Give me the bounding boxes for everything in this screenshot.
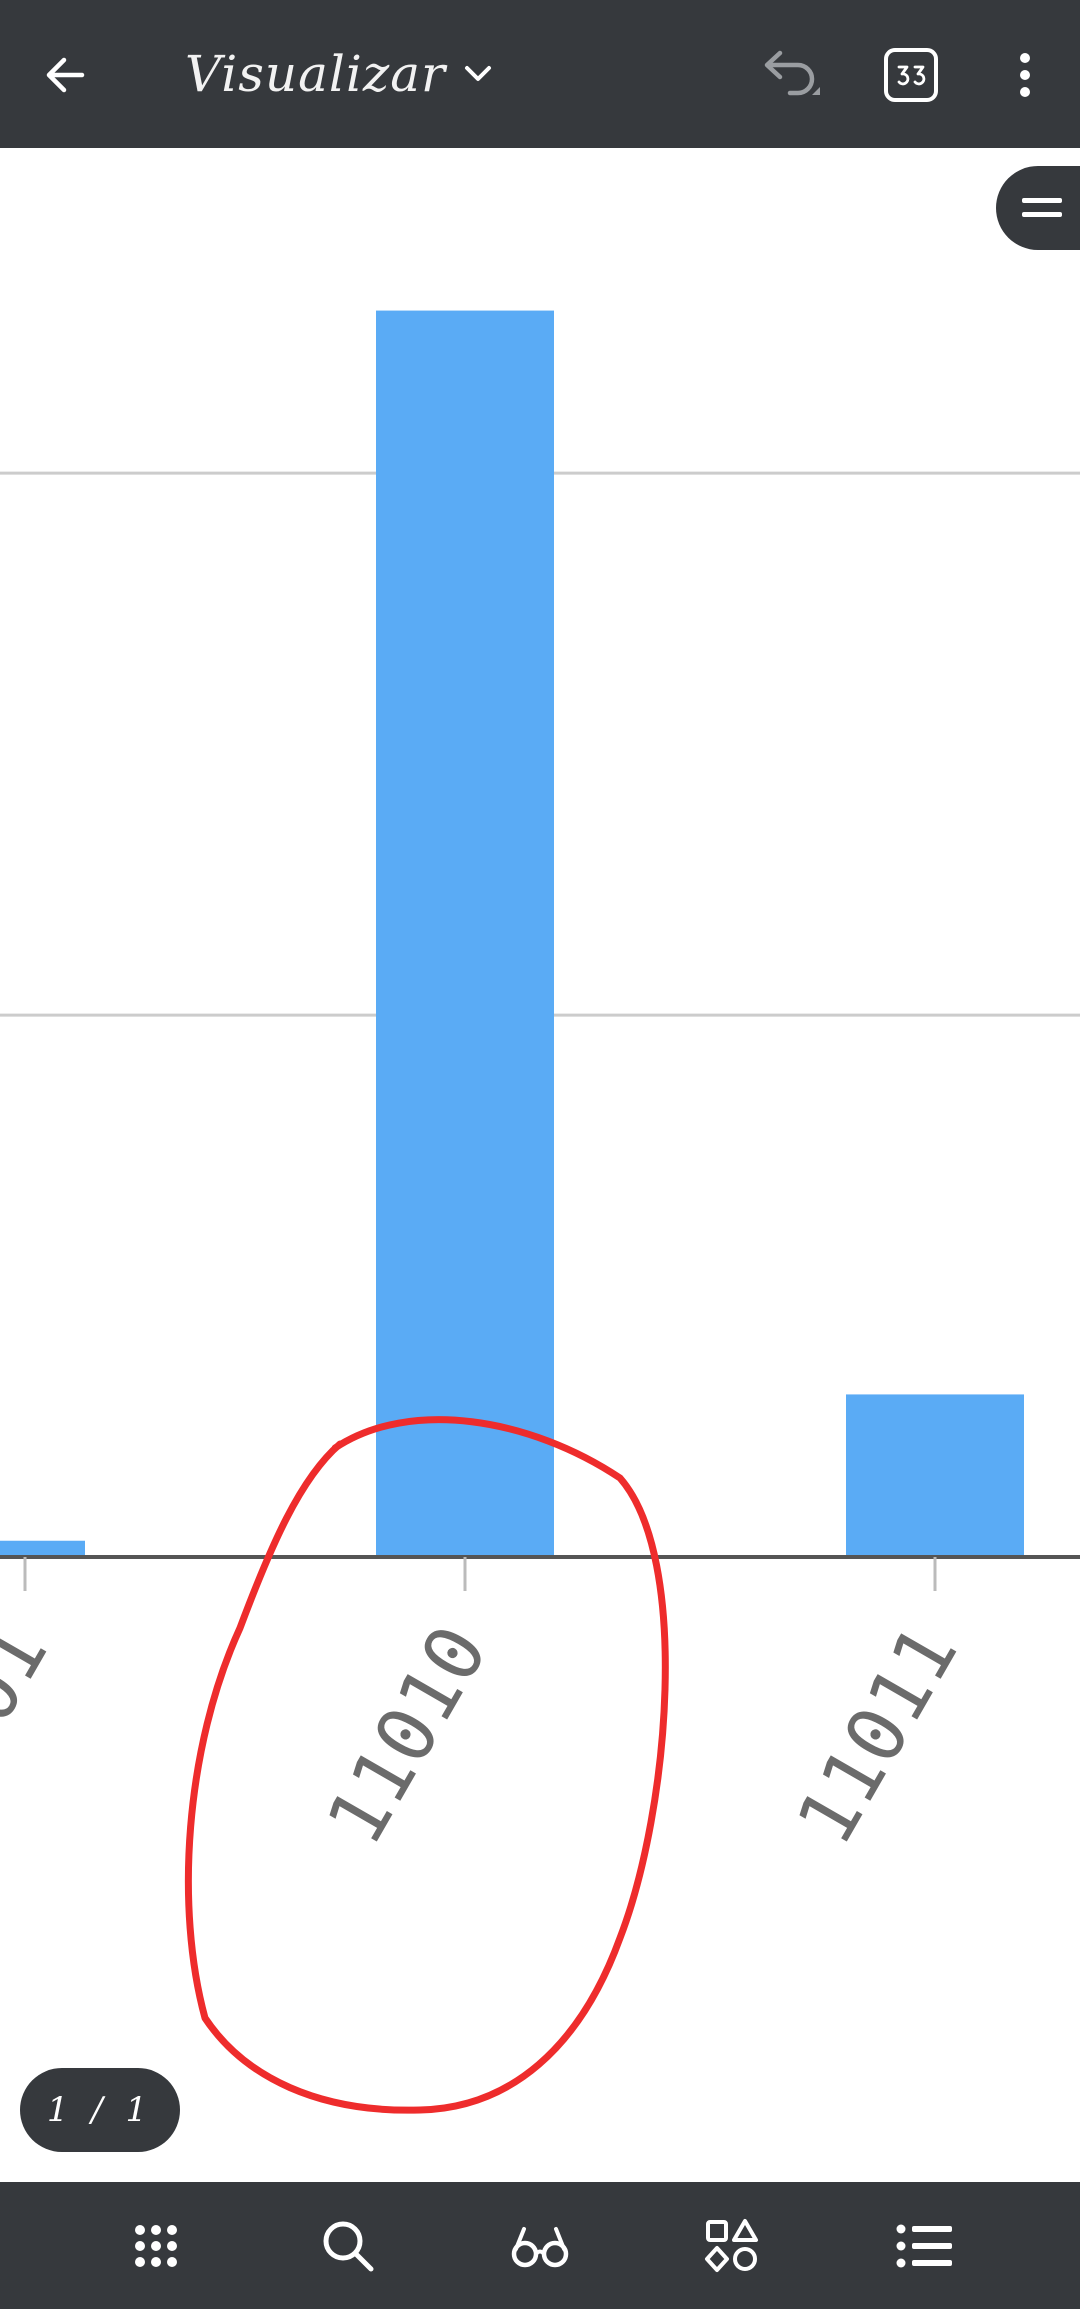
bar-11010 (376, 310, 554, 1557)
shapes-button[interactable] (692, 2206, 772, 2286)
chevron-down-icon (464, 66, 491, 81)
side-panel-handle[interactable] (996, 166, 1080, 250)
apps-grid-icon (135, 2224, 177, 2267)
menu-lines-icon (1022, 198, 1062, 217)
bar-11011 (846, 1394, 1024, 1557)
x-tick-label: 11010 (310, 1612, 505, 1860)
more-options-button[interactable] (1000, 40, 1050, 110)
back-button[interactable] (30, 40, 100, 110)
undo-icon (764, 50, 820, 96)
reader-mode-icon (884, 48, 938, 102)
undo-button[interactable] (750, 40, 830, 110)
glasses-icon (511, 2226, 569, 2267)
read-view-button[interactable] (500, 2206, 580, 2286)
top-toolbar: Visualizar (0, 0, 1080, 148)
page-indicator: 1 / 1 (20, 2068, 180, 2152)
back-arrow-icon (46, 57, 85, 93)
view-mode-dropdown[interactable]: Visualizar (185, 34, 496, 114)
reader-mode-button[interactable] (880, 44, 942, 106)
x-tick-label: 11011 (780, 1612, 975, 1860)
x-tick-label: 01 (0, 1612, 65, 1738)
list-icon (896, 2224, 952, 2267)
search-icon (323, 2221, 374, 2271)
apps-button[interactable] (116, 2206, 196, 2286)
bar-chart: 01 11010 11011 (0, 310, 1080, 2114)
search-button[interactable] (308, 2206, 388, 2286)
bar-…01 (0, 1540, 85, 1557)
shapes-icon (705, 2218, 758, 2272)
more-vert-icon (1020, 53, 1030, 97)
bottom-toolbar (0, 2182, 1080, 2309)
outline-button[interactable] (884, 2206, 964, 2286)
page-title: Visualizar (185, 45, 446, 103)
